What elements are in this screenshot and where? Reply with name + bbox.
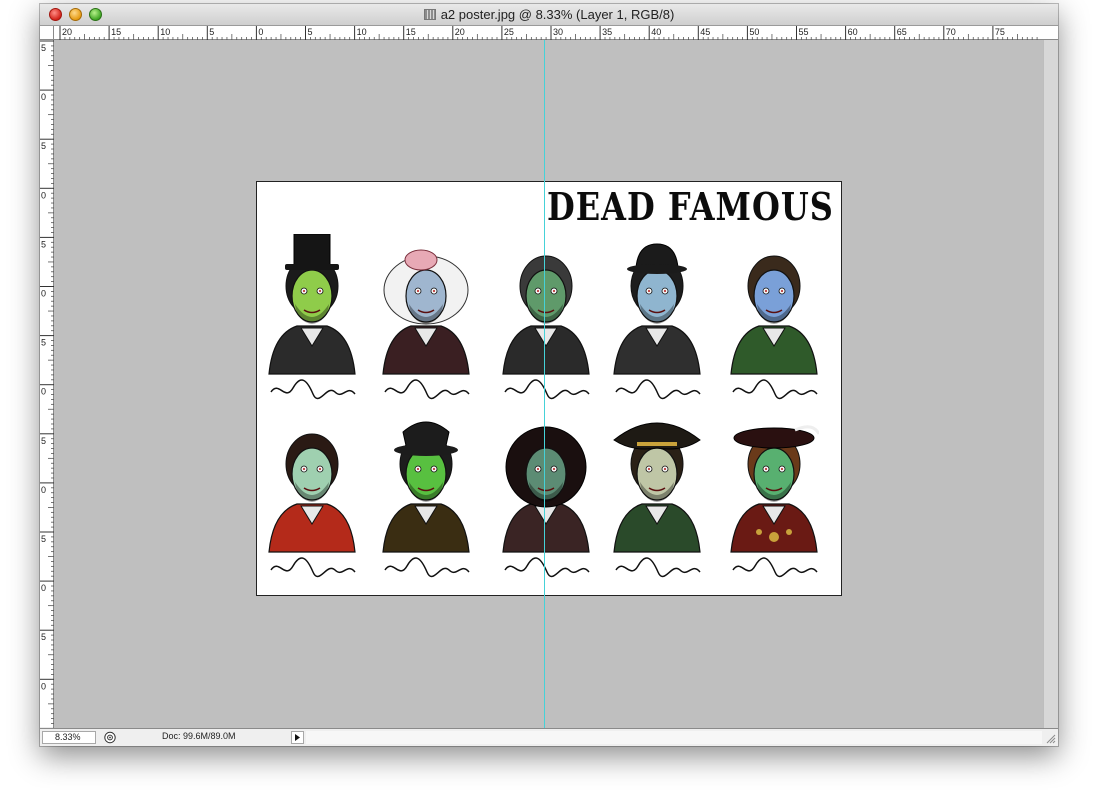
portrait-napoleon [612, 412, 702, 578]
portrait-henry [729, 412, 819, 578]
ruler-origin[interactable] [40, 26, 54, 40]
ruler-tick-label: 0 [41, 92, 46, 102]
ruler-tick-label: 15 [406, 27, 416, 37]
window-title-wrap: a2 poster.jpg @ 8.33% (Layer 1, RGB/8) [40, 7, 1058, 22]
document-size: Doc: 99.6M/89.0M [162, 731, 236, 741]
portrait-drawing [730, 255, 818, 400]
portrait-freud [501, 234, 591, 400]
portrait-einstein [381, 234, 471, 400]
ruler-tick-label: 40 [651, 27, 661, 37]
canvas-area[interactable]: DEAD FAMOUS [54, 40, 1058, 728]
ruler-tick-label: 5 [41, 239, 46, 249]
portrait-hendrix [501, 412, 591, 578]
poster-image: DEAD FAMOUS [256, 181, 842, 596]
ruler-tick-label: 20 [455, 27, 465, 37]
signature-icon [384, 557, 470, 578]
portrait-drawing [502, 255, 590, 400]
ruler-tick-label: 50 [749, 27, 759, 37]
ruler-tick-label: 0 [41, 289, 46, 299]
portrait-drawing [730, 425, 819, 578]
vertical-ruler[interactable]: 505050505050505 [40, 40, 54, 728]
signature-icon [615, 557, 701, 578]
ruler-tick-label: 60 [848, 27, 858, 37]
horizontal-ruler[interactable]: 20 15 10 5 0 5 10 15 20 25 30 35 40 45 50 55 60 65 70 75 [54, 26, 1058, 40]
zoom-level-field[interactable]: 8.33% [42, 731, 96, 744]
portrait-lincoln [267, 234, 357, 400]
ruler-tick-label: 0 [41, 681, 46, 691]
ruler-tick-label: 0 [258, 27, 263, 37]
signature-icon [270, 557, 356, 578]
ruler-tick-label: 55 [799, 27, 809, 37]
status-menu-button[interactable] [291, 731, 304, 744]
horizontal-ruler-ticks: 20 15 10 5 0 5 10 15 20 25 30 35 40 45 50 55 60 65 70 75 [59, 26, 1038, 40]
vertical-ruler-ticks: 505050505050505 [40, 40, 54, 728]
ruler-tick-label: 5 [41, 632, 46, 642]
ruler-tick-label: 5 [41, 141, 46, 151]
portrait-jackson [267, 412, 357, 578]
ruler-tick-label: 10 [357, 27, 367, 37]
ruler-tick-label: 5 [41, 534, 46, 544]
status-bar: 8.33% Doc: 99.6M/89.0M [40, 728, 1058, 746]
ruler-tick-label: 25 [504, 27, 514, 37]
ruler-tick-label: 5 [41, 43, 46, 53]
portrait-drawing [613, 243, 701, 400]
vertical-guide[interactable] [544, 40, 545, 728]
ruler-tick-label: 30 [553, 27, 563, 37]
ruler-tick-label: 0 [41, 583, 46, 593]
ruler-tick-label: 5 [308, 27, 313, 37]
ruler-tick-label: 5 [41, 338, 46, 348]
ruler-tick-label: 65 [897, 27, 907, 37]
portrait-shakespeare [729, 234, 819, 400]
play-right-icon [295, 734, 300, 741]
signature-icon [270, 379, 356, 400]
vertical-scrollbar-track[interactable] [1043, 40, 1058, 728]
portrait-drawing [613, 422, 701, 578]
signature-icon [615, 379, 701, 400]
status-info-icon[interactable] [103, 731, 117, 744]
ruler-tick-label: 5 [41, 436, 46, 446]
ruler-tick-label: 35 [602, 27, 612, 37]
ruler-tick-label: 5 [209, 27, 214, 37]
portrait-churchill-v [612, 234, 702, 400]
horizontal-scrollbar[interactable] [306, 731, 1042, 744]
ruler-tick-label: 45 [700, 27, 710, 37]
ruler-tick-label: 0 [41, 485, 46, 495]
ruler-tick-label: 70 [946, 27, 956, 37]
document-icon [423, 9, 436, 20]
portrait-drawing [382, 421, 470, 578]
ruler-tick-label: 0 [41, 190, 46, 200]
signature-icon [732, 379, 818, 400]
signature-icon [504, 557, 590, 578]
portrait-drawing [502, 426, 590, 578]
poster-title: DEAD FAMOUS [547, 184, 834, 230]
title-bar[interactable]: a2 poster.jpg @ 8.33% (Layer 1, RGB/8) [40, 4, 1058, 26]
resize-grip-icon[interactable] [1044, 732, 1056, 744]
ruler-tick-label: 0 [41, 387, 46, 397]
photoshop-document-window: a2 poster.jpg @ 8.33% (Layer 1, RGB/8) 2… [40, 4, 1058, 746]
portrait-drawing [382, 249, 470, 400]
portrait-drawing [268, 433, 356, 578]
ruler-tick-label: 20 [62, 27, 72, 37]
signature-icon [504, 379, 590, 400]
ruler-tick-label: 75 [995, 27, 1005, 37]
ruler-tick-label: 15 [111, 27, 121, 37]
ruler-tick-label: 10 [160, 27, 170, 37]
portrait-churchill [381, 412, 471, 578]
signature-icon [384, 379, 470, 400]
portrait-drawing [268, 234, 356, 400]
signature-icon [732, 557, 818, 578]
window-title: a2 poster.jpg @ 8.33% (Layer 1, RGB/8) [440, 7, 675, 22]
